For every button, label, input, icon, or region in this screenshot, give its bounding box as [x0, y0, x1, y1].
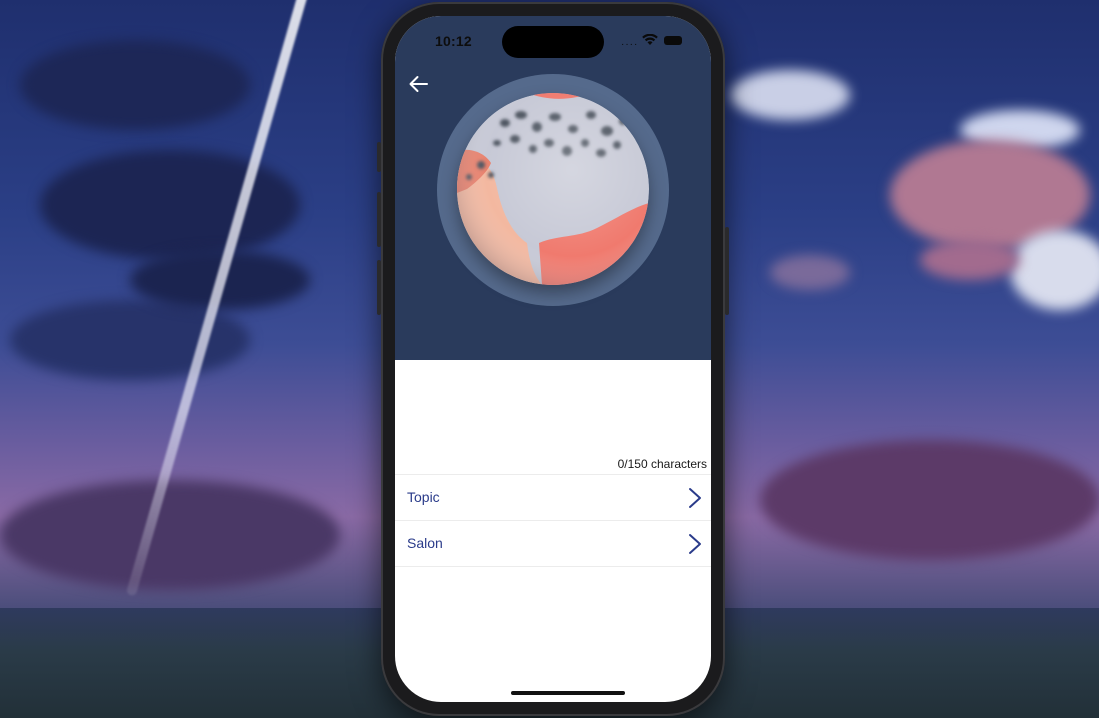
volume-down-button	[377, 260, 381, 315]
chevron-right-icon	[689, 488, 701, 508]
list-divider	[395, 566, 711, 567]
volume-up-button	[377, 192, 381, 247]
topic-label: Topic	[407, 489, 440, 505]
dynamic-island	[502, 26, 604, 58]
power-button	[725, 227, 729, 315]
chevron-right-icon	[689, 534, 701, 554]
character-counter: 0/150 characters	[617, 457, 707, 471]
back-button[interactable]	[407, 72, 431, 96]
silent-switch	[377, 142, 381, 172]
home-indicator[interactable]	[511, 691, 625, 695]
post-text-area[interactable]: 0/150 characters	[395, 360, 711, 472]
cellular-signal-icon: ····	[621, 39, 639, 50]
wifi-icon	[642, 34, 658, 45]
hero-header: 10:12 ····	[395, 16, 711, 360]
topic-row[interactable]: Topic	[395, 474, 711, 520]
salon-row[interactable]: Salon	[395, 520, 711, 566]
phone-frame: 10:12 ···· 0/150 characters Topic Salon	[377, 2, 729, 716]
arrow-left-icon	[409, 76, 428, 92]
app-screen: 10:12 ···· 0/150 characters Topic Salon	[395, 16, 711, 702]
salon-label: Salon	[407, 535, 443, 551]
battery-icon	[664, 36, 682, 45]
status-bar: 10:12 ····	[395, 16, 711, 64]
planet-orb-image[interactable]	[457, 93, 649, 285]
status-time: 10:12	[435, 33, 472, 49]
